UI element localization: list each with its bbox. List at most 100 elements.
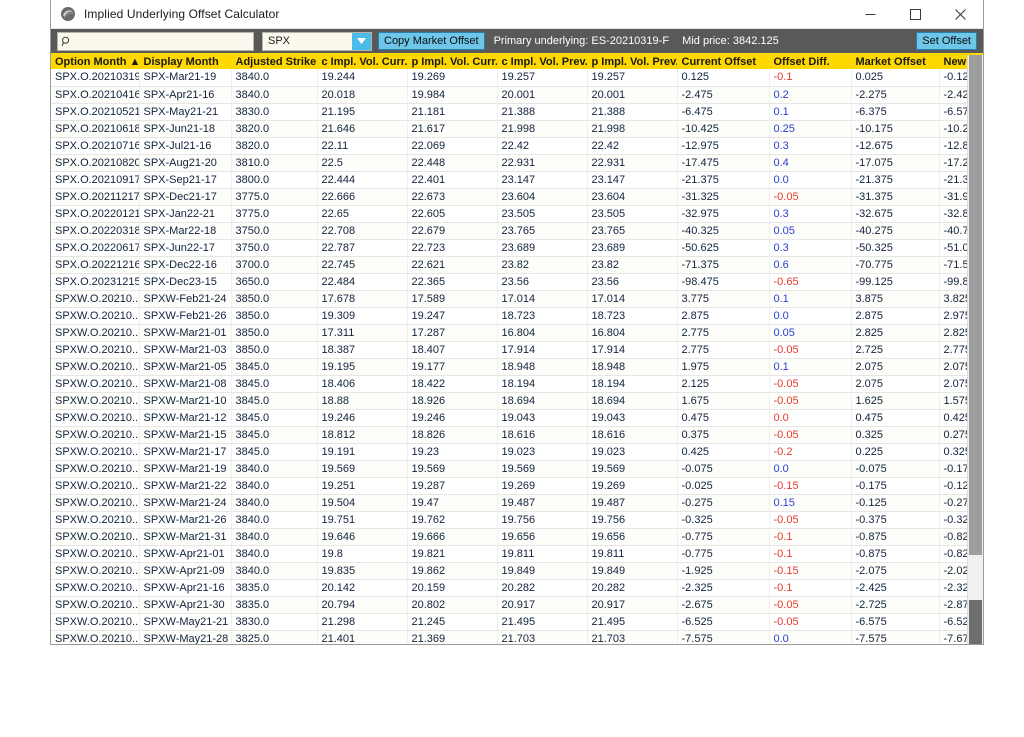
copy-market-offset-button[interactable]: Copy Market Offset: [378, 32, 485, 50]
table-row[interactable]: SPX.O.20220617 SPX-Jun22-17 3750.0 22.787 22…: [51, 239, 967, 257]
table-row[interactable]: SPX.O.20210618 SPX-Jun21-18 3820.0 21.646 21…: [51, 120, 967, 138]
table-row[interactable]: SPX.O.20210917 SPX-Sep21-17 3800.0 22.444 22…: [51, 171, 967, 189]
table-row[interactable]: SPX.O.20210521 SPX-May21-21 3830.0 21.195 21…: [51, 103, 967, 121]
table-row[interactable]: SPXW.O.20210... SPXW-Mar21-19 3840.0 19.569…: [51, 460, 967, 478]
table-column-header[interactable]: Offset Diff.: [769, 55, 852, 69]
table-row[interactable]: SPXW.O.20210... SPXW-Apr21-30 3835.0 20.794…: [51, 596, 967, 614]
table-row[interactable]: SPX.O.20220318 SPX-Mar22-18 3750.0 22.708 22…: [51, 222, 967, 240]
table-cell: 19.8: [317, 545, 408, 563]
vertical-scrollbar-track-end[interactable]: [969, 600, 982, 644]
table-row[interactable]: SPX.O.20221216 SPX-Dec22-16 3700.0 22.745 22…: [51, 256, 967, 274]
maximize-button[interactable]: [893, 0, 938, 28]
table-cell: 20.917: [497, 596, 588, 614]
table-cell: 3840.0: [231, 86, 318, 104]
table-cell: 3850.0: [231, 324, 318, 342]
table-cell: -71.525: [939, 256, 967, 274]
table-row[interactable]: SPXW.O.20210... SPXW-Mar21-26 3840.0 19.751…: [51, 511, 967, 529]
table-row[interactable]: SPX.O.20210319 SPX-Mar21-19 3840.0 19.244 19…: [51, 69, 967, 87]
table-cell: 22.708: [317, 222, 408, 240]
table-cell: 21.195: [317, 103, 408, 121]
symbol-dropdown[interactable]: SPX: [262, 31, 372, 51]
table-row[interactable]: SPXW.O.20210... SPXW-Mar21-31 3840.0 19.646…: [51, 528, 967, 546]
table-row[interactable]: SPX.O.20220121 SPX-Jan22-21 3775.0 22.65 22.…: [51, 205, 967, 223]
table-cell: 21.703: [587, 630, 678, 644]
table-column-header[interactable]: Market Offset: [851, 55, 940, 69]
table-column-header[interactable]: p Impl. Vol. Prev...: [587, 55, 678, 69]
table-header: Option Month ▲ Display Month Adjusted Stri…: [51, 55, 967, 69]
table-row[interactable]: SPX.O.20211217 SPX-Dec21-17 3775.0 22.666 22…: [51, 188, 967, 206]
table-row[interactable]: SPXW.O.20210... SPXW-Apr21-09 3840.0 19.835…: [51, 562, 967, 580]
table-row[interactable]: SPXW.O.20210... SPXW-Mar21-22 3840.0 19.251…: [51, 477, 967, 495]
table-cell: 19.849: [587, 562, 678, 580]
table-cell: 19.504: [317, 494, 408, 512]
table-cell: 23.689: [587, 239, 678, 257]
table-row[interactable]: SPXW.O.20210... SPXW-Apr21-16 3835.0 20.142…: [51, 579, 967, 597]
table-cell: -0.05: [769, 511, 852, 529]
table-cell: 19.569: [497, 460, 588, 478]
table-cell: -0.875: [851, 528, 940, 546]
table-cell: 21.998: [587, 120, 678, 138]
table-cell: -12.675: [851, 137, 940, 155]
table-row[interactable]: SPX.O.20210716 SPX-Jul21-16 3820.0 22.11 22.…: [51, 137, 967, 155]
table-row[interactable]: SPXW.O.20210... SPXW-May21-21 3830.0 21.298…: [51, 613, 967, 631]
table-cell: -50.325: [851, 239, 940, 257]
table-row[interactable]: SPXW.O.20210... SPXW-Mar21-24 3840.0 19.504…: [51, 494, 967, 512]
table-row[interactable]: SPXW.O.20210... SPXW-Mar21-10 3845.0 18.88 1…: [51, 392, 967, 410]
table-cell: 0.475: [677, 409, 770, 427]
table-cell: SPXW-Mar21-15: [139, 426, 232, 444]
table-row[interactable]: SPXW.O.20210... SPXW-Feb21-24 3850.0 17.678…: [51, 290, 967, 308]
vertical-scrollbar[interactable]: [967, 55, 983, 644]
table-row[interactable]: SPXW.O.20210... SPXW-Mar21-12 3845.0 19.246…: [51, 409, 967, 427]
search-box[interactable]: [57, 31, 254, 51]
table-cell: 0.05: [769, 222, 852, 240]
close-button[interactable]: [938, 0, 983, 28]
table-column-header[interactable]: Option Month ▲: [51, 55, 140, 69]
table-row[interactable]: SPXW.O.20210... SPXW-Apr21-01 3840.0 19.8 19…: [51, 545, 967, 563]
table-cell: 22.621: [407, 256, 498, 274]
table-column-header[interactable]: p Impl. Vol. Curr...: [407, 55, 498, 69]
table-row[interactable]: SPXW.O.20210... SPXW-Feb21-26 3850.0 19.309…: [51, 307, 967, 325]
vertical-scrollbar-thumb[interactable]: [969, 55, 982, 555]
table-cell: 19.756: [497, 511, 588, 529]
table-row[interactable]: SPXW.O.20210... SPXW-May21-28 3825.0 21.401…: [51, 630, 967, 644]
data-table-area: Option Month ▲ Display Month Adjusted Stri…: [51, 55, 983, 644]
table-cell: SPXW-Mar21-10: [139, 392, 232, 410]
table-column-header[interactable]: Current Offset: [677, 55, 770, 69]
table-cell: 19.023: [497, 443, 588, 461]
table-cell: -2.425: [851, 579, 940, 597]
table-cell: 19.984: [407, 86, 498, 104]
table-cell: 21.388: [587, 103, 678, 121]
minimize-button[interactable]: [848, 0, 893, 28]
table-row[interactable]: SPXW.O.20210... SPXW-Mar21-05 3845.0 19.195…: [51, 358, 967, 376]
table-cell: SPXW-Mar21-08: [139, 375, 232, 393]
table-row[interactable]: SPX.O.20210416 SPX-Apr21-16 3840.0 20.018 19…: [51, 86, 967, 104]
table-cell: -0.05: [769, 341, 852, 359]
table-cell: SPXW.O.20210...: [51, 341, 140, 359]
table-row[interactable]: SPX.O.20231215 SPX-Dec23-15 3650.0 22.484 22…: [51, 273, 967, 291]
table-row[interactable]: SPXW.O.20210... SPXW-Mar21-08 3845.0 18.406…: [51, 375, 967, 393]
table-cell: 16.804: [587, 324, 678, 342]
table-cell: SPX.O.20210416: [51, 86, 140, 104]
table-row[interactable]: SPXW.O.20210... SPXW-Mar21-01 3850.0 17.311…: [51, 324, 967, 342]
chevron-down-icon[interactable]: [352, 32, 371, 50]
table-row[interactable]: SPXW.O.20210... SPXW-Mar21-03 3850.0 18.387…: [51, 341, 967, 359]
table-row[interactable]: SPXW.O.20210... SPXW-Mar21-15 3845.0 18.812…: [51, 426, 967, 444]
table-cell: 0.3: [769, 205, 852, 223]
table-cell: 20.142: [317, 579, 408, 597]
table-row[interactable]: SPXW.O.20210... SPXW-Mar21-17 3845.0 19.191…: [51, 443, 967, 461]
table-cell: 3.875: [851, 290, 940, 308]
table-column-header[interactable]: Adjusted Strike: [231, 55, 318, 69]
table-column-header[interactable]: Display Month: [139, 55, 232, 69]
table-column-header[interactable]: c Impl. Vol. Curr...: [317, 55, 408, 69]
table-cell: 0.0: [769, 307, 852, 325]
table-column-header[interactable]: c Impl. Vol. Prev...: [497, 55, 588, 69]
table-cell: 3825.0: [231, 630, 318, 644]
table-cell: 19.656: [497, 528, 588, 546]
table-cell: 23.147: [587, 171, 678, 189]
table-row[interactable]: SPX.O.20210820 SPX-Aug21-20 3810.0 22.5 22.4…: [51, 154, 967, 172]
table-cell: 17.589: [407, 290, 498, 308]
set-offset-button[interactable]: Set Offset: [916, 32, 977, 50]
search-input[interactable]: [75, 35, 253, 47]
table-column-header[interactable]: New Offset: [939, 55, 967, 69]
table-cell: 3.825: [939, 290, 967, 308]
